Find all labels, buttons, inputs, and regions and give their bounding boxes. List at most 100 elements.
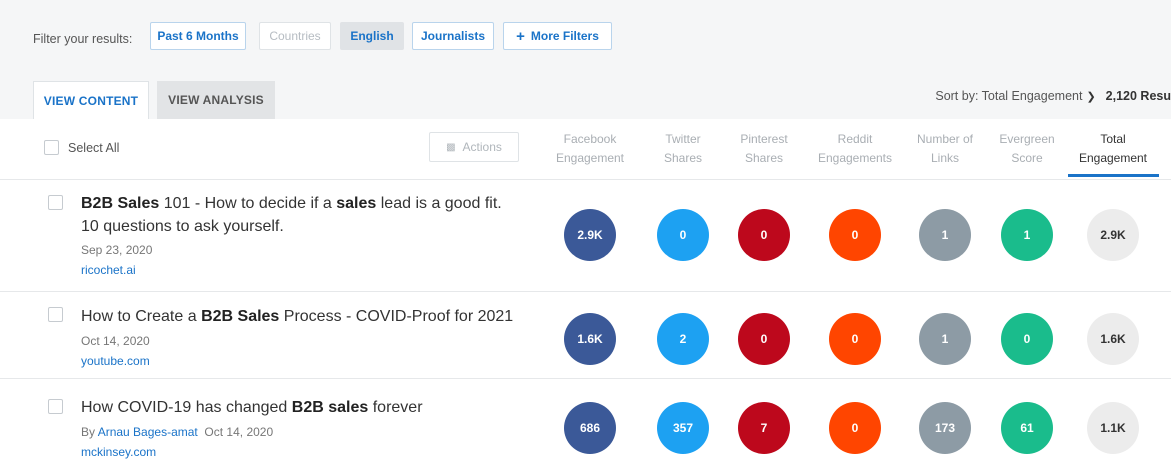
metric-value: 0 [851, 332, 859, 346]
column-header-evergreen-score[interactable]: Evergreen Score [977, 130, 1077, 168]
metric-value: 1 [1023, 228, 1031, 242]
sort-control[interactable]: Sort by: Total Engagement ❯ 2,120 Resu [935, 89, 1171, 103]
reddit-engagements-badge: 0 [829, 209, 881, 261]
filter-label: Filter your results: [33, 32, 133, 46]
facebook-engagement-badge: 2.9K [564, 209, 616, 261]
metric-value: 0 [851, 421, 859, 435]
facebook-engagement-badge: 1.6K [564, 313, 616, 365]
table-row[interactable]: How to Create a B2B Sales Process - COVI… [0, 292, 1171, 379]
title-text: Process - COVID-Proof for 2021 [279, 308, 514, 325]
row-checkbox[interactable] [48, 307, 63, 322]
results-count: 2,120 Resu [1105, 89, 1171, 103]
metric-value: 1.6K [577, 332, 603, 346]
number-of-links-badge: 1 [919, 209, 971, 261]
column-header-line: Score [1011, 151, 1043, 165]
evergreen-score-badge: 1 [1001, 209, 1053, 261]
filter-countries-button[interactable]: Countries [259, 22, 331, 50]
article-title-link[interactable]: B2B Sales 101 - How to decide if a sales… [81, 192, 521, 238]
article-date: Sep 23, 2020 [81, 243, 153, 257]
filter-english-button[interactable]: English [340, 22, 404, 50]
twitter-shares-badge: 357 [657, 402, 709, 454]
title-text: forever [368, 399, 423, 416]
column-header-line: Engagements [817, 151, 893, 165]
metric-value: 1 [941, 228, 949, 242]
filter-past-6-months-button[interactable]: Past 6 Months [150, 22, 246, 50]
evergreen-score-badge: 0 [1001, 313, 1053, 365]
title-keyword: B2B sales [291, 399, 369, 416]
sort-label: Sort by: Total Engagement [935, 89, 1083, 103]
column-header-facebook-engagement[interactable]: Facebook Engagement [540, 130, 640, 168]
evergreen-score-badge: 61 [1001, 402, 1053, 454]
article-title-link[interactable]: How to Create a B2B Sales Process - COVI… [81, 305, 521, 328]
metric-value: 173 [934, 421, 956, 435]
title-keyword: B2B Sales [201, 308, 280, 325]
column-header-total-engagement[interactable]: Total Engagement [1063, 130, 1163, 168]
metric-value: 0 [760, 332, 768, 346]
title-keyword: B2B Sales [81, 195, 160, 212]
select-all-checkbox[interactable] [44, 140, 59, 155]
chevron-down-icon[interactable]: ❯ [1086, 90, 1095, 103]
actions-button[interactable]: ▩ Actions [429, 132, 519, 162]
filter-journalists-button[interactable]: Journalists [412, 22, 494, 50]
twitter-shares-badge: 0 [657, 209, 709, 261]
tab-label: VIEW CONTENT [43, 93, 139, 108]
metric-value: 357 [672, 421, 694, 435]
byline-prefix: By [81, 425, 96, 439]
row-checkbox[interactable] [48, 399, 63, 414]
total-engagement-badge: 1.1K [1087, 402, 1139, 454]
metric-value: 2.9K [1100, 228, 1126, 242]
metric-value: 2.9K [577, 228, 603, 242]
article-domain-link[interactable]: youtube.com [81, 354, 150, 368]
pinterest-shares-badge: 0 [738, 313, 790, 365]
metric-value: 1.1K [1100, 421, 1126, 435]
row-checkbox[interactable] [48, 195, 63, 210]
article-domain-link[interactable]: mckinsey.com [81, 445, 156, 459]
column-header-pinterest-shares[interactable]: Pinterest Shares [714, 130, 814, 168]
plus-icon: + [516, 27, 525, 45]
column-header-line: Pinterest [740, 132, 788, 146]
select-all-label: Select All [68, 141, 120, 155]
metric-value: 2 [679, 332, 687, 346]
table-row[interactable]: How COVID-19 has changed B2B sales forev… [0, 379, 1171, 468]
metric-value: 0 [760, 228, 768, 242]
filter-button-label: Past 6 Months [157, 29, 239, 43]
article-byline: By Arnau Bages-amat Oct 14, 2020 [81, 425, 273, 439]
metric-value: 0 [679, 228, 687, 242]
filter-button-label: English [350, 29, 394, 43]
article-title-link[interactable]: How COVID-19 has changed B2B sales forev… [81, 396, 521, 419]
filter-button-label: Countries [269, 29, 321, 43]
table-header: Select All ▩ Actions Facebook Engagement… [0, 119, 1171, 180]
metric-value: 0 [851, 228, 859, 242]
tab-view-content[interactable]: VIEW CONTENT [33, 81, 149, 119]
column-header-line: Total [1100, 132, 1126, 146]
metric-value: 7 [760, 421, 768, 435]
metric-value: 61 [1020, 421, 1034, 435]
actions-label: Actions [462, 140, 502, 154]
number-of-links-badge: 1 [919, 313, 971, 365]
number-of-links-badge: 173 [919, 402, 971, 454]
title-text: 101 - How to decide if a [159, 195, 337, 212]
article-date: Oct 14, 2020 [81, 334, 150, 348]
reddit-engagements-badge: 0 [829, 402, 881, 454]
table-row[interactable]: B2B Sales 101 - How to decide if a sales… [0, 180, 1171, 292]
title-keyword: sales [336, 195, 377, 212]
metric-value: 686 [579, 421, 601, 435]
twitter-shares-badge: 2 [657, 313, 709, 365]
article-domain-link[interactable]: ricochet.ai [81, 263, 136, 277]
more-filters-button[interactable]: + More Filters [503, 22, 612, 50]
column-header-reddit-engagements[interactable]: Reddit Engagements [805, 130, 905, 168]
filter-bar: Filter your results: Past 6 Months Count… [0, 0, 1171, 74]
column-header-line: Engagement [1078, 151, 1148, 165]
facebook-engagement-badge: 686 [564, 402, 616, 454]
column-header-line: Evergreen [999, 132, 1055, 146]
sort-indicator [1068, 174, 1159, 177]
pinterest-shares-badge: 0 [738, 209, 790, 261]
column-header-line: Shares [744, 151, 784, 165]
tab-view-analysis[interactable]: VIEW ANALYSIS [157, 81, 275, 119]
author-link[interactable]: Arnau Bages-amat [98, 425, 198, 439]
total-engagement-badge: 1.6K [1087, 313, 1139, 365]
metric-value: 1.6K [1100, 332, 1126, 346]
metric-value: 0 [1023, 332, 1031, 346]
filter-button-label: More Filters [530, 29, 599, 43]
actions-icon: ▩ [446, 141, 456, 153]
